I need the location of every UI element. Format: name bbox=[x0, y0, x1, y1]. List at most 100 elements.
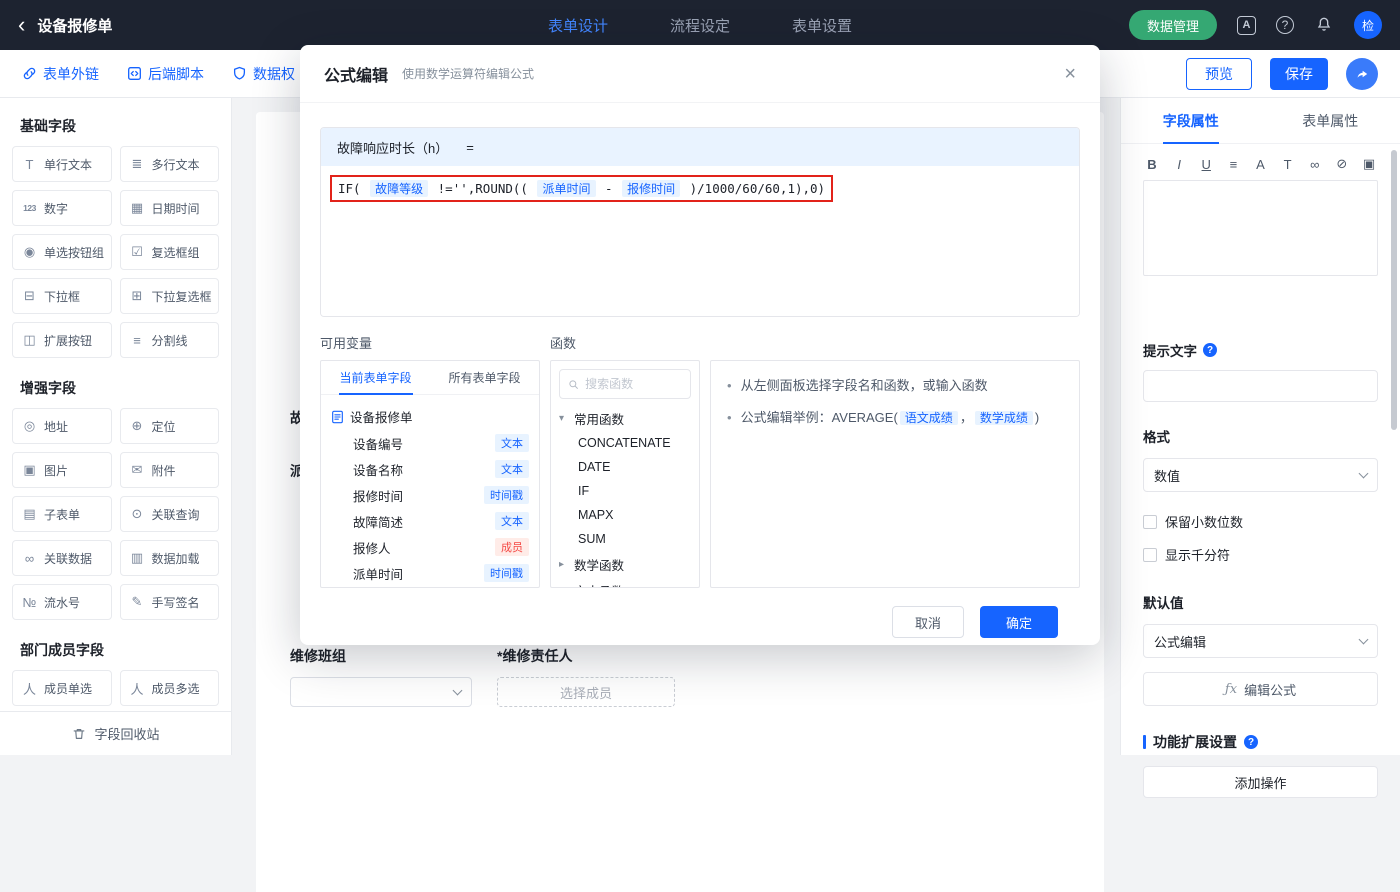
align-icon[interactable]: ≡ bbox=[1226, 157, 1240, 172]
formula-expression: IF( 故障等级 !='',ROUND(( 派单时间 - 报修时间 )/1000… bbox=[330, 175, 833, 202]
section-accent-bar bbox=[1143, 735, 1146, 749]
field-chip: 数学成绩 bbox=[975, 411, 1033, 425]
field-type-badge: 文本 bbox=[495, 512, 529, 530]
variable-field-row[interactable]: 报修人成员 bbox=[331, 534, 529, 560]
window-scrollbar-thumb[interactable] bbox=[1391, 150, 1397, 430]
external-link-button[interactable]: 表单外链 bbox=[22, 64, 99, 84]
close-icon[interactable]: × bbox=[1064, 64, 1076, 84]
help-icon[interactable]: ? bbox=[1276, 16, 1294, 34]
radio-group-field-button[interactable]: ◉单选按钮组 bbox=[12, 234, 112, 270]
variable-field-row[interactable]: 派单时间时间戳 bbox=[331, 560, 529, 586]
signature-field-button[interactable]: ✎手写签名 bbox=[120, 584, 220, 620]
thousand-separator-checkbox[interactable] bbox=[1143, 548, 1157, 562]
data-manage-button[interactable]: 数据管理 bbox=[1129, 10, 1217, 40]
tab-all-form-fields[interactable]: 所有表单字段 bbox=[430, 361, 539, 394]
preview-button[interactable]: 预览 bbox=[1186, 58, 1252, 90]
member-multi-field-button[interactable]: 人成员多选 bbox=[120, 670, 220, 706]
select-member-button[interactable]: 选择成员 bbox=[497, 677, 675, 707]
related-data-field-button[interactable]: ∞关联数据 bbox=[12, 540, 112, 576]
font-color-icon[interactable]: A bbox=[1254, 157, 1268, 172]
bold-icon[interactable]: B bbox=[1145, 157, 1159, 172]
hint-help-icon[interactable]: ? bbox=[1203, 343, 1217, 357]
variable-field-row[interactable]: 设备名称文本 bbox=[331, 456, 529, 482]
variable-field-row[interactable]: 报修时间时间戳 bbox=[331, 482, 529, 508]
member-single-field-button[interactable]: 人成员单选 bbox=[12, 670, 112, 706]
multi-line-text-field-button[interactable]: ≣多行文本 bbox=[120, 146, 220, 182]
function-search-input[interactable] bbox=[585, 377, 682, 391]
format-select[interactable]: 数值 bbox=[1143, 458, 1378, 492]
field-button-label: 成员多选 bbox=[152, 680, 200, 697]
extend-button-field-button[interactable]: ◫扩展按钮 bbox=[12, 322, 112, 358]
edit-formula-button[interactable]: ƒx 编辑公式 bbox=[1143, 672, 1378, 706]
default-value-select[interactable]: 公式编辑 bbox=[1143, 624, 1378, 658]
unlink-icon[interactable]: ⊘ bbox=[1335, 156, 1349, 172]
tab-current-form-fields[interactable]: 当前表单字段 bbox=[321, 361, 430, 394]
subform-field-button[interactable]: ▤子表单 bbox=[12, 496, 112, 532]
function-item[interactable]: CONCATENATE bbox=[559, 431, 691, 455]
backend-script-button[interactable]: 后端脚本 bbox=[127, 64, 204, 84]
field-button-label: 下拉复选框 bbox=[152, 288, 212, 305]
data-load-field-button[interactable]: ▥数据加载 bbox=[120, 540, 220, 576]
checkbox-group-field-button[interactable]: ☑复选框组 bbox=[120, 234, 220, 270]
link-icon[interactable]: ∞ bbox=[1308, 157, 1322, 172]
picture-field-button[interactable]: ▣图片 bbox=[12, 452, 112, 488]
user-avatar[interactable]: 检 bbox=[1354, 11, 1382, 39]
tab-form-properties[interactable]: 表单属性 bbox=[1261, 98, 1400, 143]
function-item[interactable]: MAPX bbox=[559, 503, 691, 527]
extension-settings-header: 功能扩展设置 ? bbox=[1143, 732, 1378, 752]
tab-form-design[interactable]: 表单设计 bbox=[548, 15, 608, 36]
attachment-field-button[interactable]: ✉附件 bbox=[120, 452, 220, 488]
function-item[interactable]: DATE bbox=[559, 455, 691, 479]
bullet-icon: • bbox=[727, 407, 732, 429]
function-search-box[interactable] bbox=[559, 369, 691, 399]
cancel-button[interactable]: 取消 bbox=[892, 606, 964, 638]
insert-image-icon[interactable]: ▣ bbox=[1362, 156, 1376, 172]
divider-field-button[interactable]: ≡分割线 bbox=[120, 322, 220, 358]
share-button[interactable] bbox=[1346, 58, 1378, 90]
font-size-icon[interactable]: T bbox=[1281, 157, 1295, 172]
function-item[interactable]: SUM bbox=[559, 527, 691, 551]
address-field-button[interactable]: ◎地址 bbox=[12, 408, 112, 444]
function-group-row[interactable]: ▸文本函数 bbox=[559, 577, 691, 588]
back-icon[interactable]: ‹ bbox=[18, 14, 25, 36]
number-field-button[interactable]: 123数字 bbox=[12, 190, 112, 226]
field-recycle-bin[interactable]: 字段回收站 bbox=[0, 711, 232, 755]
variable-field-name: 派单时间 bbox=[353, 564, 403, 583]
lookup-icon: ⊙ bbox=[129, 506, 146, 522]
maintenance-team-select[interactable] bbox=[290, 677, 472, 707]
function-group-row[interactable]: ▾常用函数 bbox=[559, 405, 691, 431]
field-title-richtext-area[interactable] bbox=[1143, 180, 1378, 276]
underline-icon[interactable]: U bbox=[1199, 157, 1213, 172]
form-node[interactable]: 设备报修单 bbox=[331, 403, 529, 430]
formula-input-area[interactable]: IF( 故障等级 !='',ROUND(( 派单时间 - 报修时间 )/1000… bbox=[321, 166, 1079, 316]
tab-flow-settings[interactable]: 流程设定 bbox=[670, 15, 730, 36]
function-group-row[interactable]: ▸数学函数 bbox=[559, 551, 691, 577]
notification-bell-icon[interactable] bbox=[1314, 15, 1334, 35]
lookup-field-button[interactable]: ⊙关联查询 bbox=[120, 496, 220, 532]
variable-field-row[interactable]: 故障简述文本 bbox=[331, 508, 529, 534]
data-permission-button[interactable]: 数据权 bbox=[232, 64, 295, 84]
modal-columns: 当前表单字段 所有表单字段 设备报修单 设备编号文本设备名称文本报修时间时间戳故… bbox=[320, 360, 1080, 588]
tab-form-settings[interactable]: 表单设置 bbox=[792, 15, 852, 36]
datetime-field-button[interactable]: ▦日期时间 bbox=[120, 190, 220, 226]
variable-field-row[interactable]: 设备编号文本 bbox=[331, 430, 529, 456]
extension-help-icon[interactable]: ? bbox=[1244, 735, 1258, 749]
function-item[interactable]: IF bbox=[559, 479, 691, 503]
topbar-tabs: 表单设计 流程设定 表单设置 bbox=[548, 15, 852, 36]
address-icon: ◎ bbox=[21, 418, 38, 434]
italic-icon[interactable]: I bbox=[1172, 157, 1186, 172]
trash-icon bbox=[72, 727, 86, 741]
single-line-text-field-button[interactable]: T单行文本 bbox=[12, 146, 112, 182]
multi-dropdown-field-button[interactable]: ⊞下拉复选框 bbox=[120, 278, 220, 314]
add-action-button[interactable]: 添加操作 bbox=[1143, 766, 1378, 798]
serial-number-field-button[interactable]: №流水号 bbox=[12, 584, 112, 620]
tab-field-properties[interactable]: 字段属性 bbox=[1121, 98, 1261, 143]
save-button[interactable]: 保存 bbox=[1270, 58, 1328, 90]
location-field-button[interactable]: ⊕定位 bbox=[120, 408, 220, 444]
dropdown-field-button[interactable]: ⊟下拉框 bbox=[12, 278, 112, 314]
confirm-button[interactable]: 确定 bbox=[980, 606, 1058, 638]
decimal-checkbox[interactable] bbox=[1143, 515, 1157, 529]
translate-icon[interactable]: A bbox=[1237, 16, 1256, 35]
hint-text-input[interactable] bbox=[1143, 370, 1378, 402]
caret-right-icon: ▸ bbox=[559, 559, 569, 570]
